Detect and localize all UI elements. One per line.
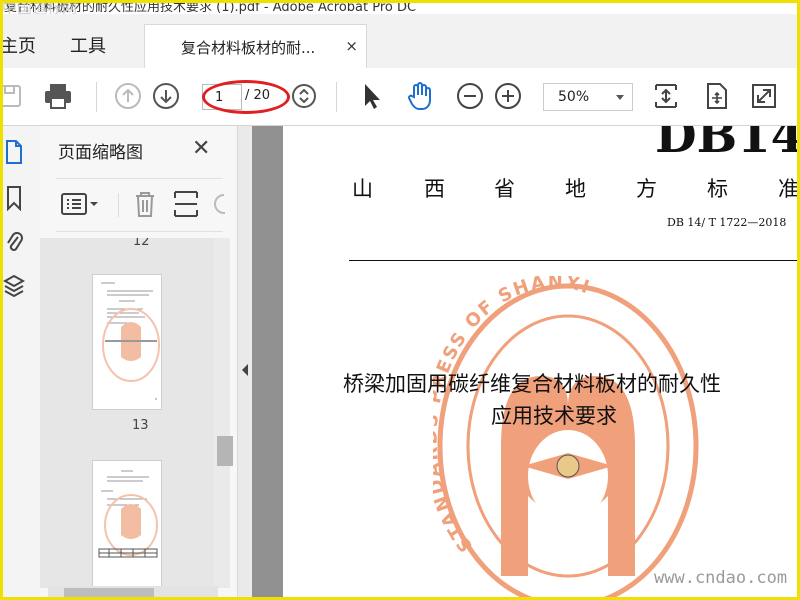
- thumbnail-options-icon[interactable]: [60, 191, 100, 217]
- navigation-rail: [0, 126, 41, 600]
- tab-bar: 主页 工具 复合材料板材的耐... ×: [0, 14, 800, 69]
- thumbnail-page-number: 12: [133, 238, 150, 249]
- province-char: 方: [636, 177, 657, 201]
- insert-page-icon[interactable]: [172, 189, 200, 219]
- hand-tool-icon[interactable]: [404, 80, 436, 112]
- toolbar-separator: [336, 82, 337, 112]
- thumbnail-page-14[interactable]: [92, 460, 162, 588]
- collapse-pane-icon[interactable]: [238, 360, 252, 380]
- thumbnails-horizontal-scrollbar[interactable]: [48, 586, 218, 600]
- thumbnails-vertical-scrollbar[interactable]: [214, 238, 233, 588]
- province-char: 地: [565, 177, 586, 201]
- header-code: DB14: [655, 126, 800, 164]
- rotate-page-icon[interactable]: [211, 191, 225, 217]
- bookmark-icon[interactable]: [2, 184, 26, 212]
- tab-document[interactable]: 复合材料板材的耐... ×: [144, 24, 367, 69]
- window-title-bar: 中国道标网 复合材料板材的耐久性应用技术要求 (1).pdf - Adobe A…: [0, 0, 800, 14]
- zoom-in-icon[interactable]: [492, 80, 524, 112]
- tab-home[interactable]: 主页: [0, 32, 36, 58]
- watermark-top: 中国道标网: [2, 0, 78, 14]
- pdf-page: DB14 山 西 省 地 方 标 准 DB 14/ T 1722—2018 ST…: [283, 126, 800, 600]
- page-thumbnails-pane: 页面缩略图 ✕ 12 13: [40, 126, 237, 600]
- zoom-value: 50%: [558, 89, 590, 105]
- document-tab-label: 复合材料板材的耐...: [181, 39, 316, 57]
- thumbnail-page-number: 13: [132, 418, 149, 433]
- delete-page-icon[interactable]: [132, 189, 158, 219]
- zoom-select[interactable]: 50%: [543, 83, 633, 111]
- attachment-icon[interactable]: [2, 228, 26, 256]
- pane-splitter[interactable]: [237, 126, 252, 600]
- pane-title: 页面缩略图: [58, 143, 143, 163]
- document-title-line1: 桥梁加固用碳纤维复合材料板材的耐久性: [343, 372, 721, 396]
- zoom-out-icon[interactable]: [454, 80, 486, 112]
- pane-close-button[interactable]: ✕: [192, 136, 210, 161]
- save-icon[interactable]: [0, 80, 26, 112]
- province-char: 准: [778, 177, 799, 201]
- watermark-bottom: www.cndao.com: [654, 568, 788, 588]
- toolbar-separator: [96, 82, 97, 112]
- tab-tools[interactable]: 工具: [70, 32, 106, 58]
- header-rule: [349, 260, 800, 261]
- standard-number: DB 14/ T 1722—2018: [667, 216, 787, 229]
- chevron-down-icon: [616, 95, 624, 100]
- print-icon[interactable]: [42, 80, 74, 112]
- publisher-seal: STANDARDS PRESS OF SHANXI: [433, 276, 699, 600]
- full-screen-icon[interactable]: [748, 80, 780, 112]
- document-title-line2: 应用技术要求: [491, 404, 617, 428]
- pane-toolbar: [56, 178, 225, 232]
- thumbnails-list: 12 13: [40, 238, 230, 588]
- next-page-icon[interactable]: [150, 80, 182, 112]
- page-navigation-icon[interactable]: [288, 80, 320, 112]
- province-char: 山: [352, 177, 373, 201]
- scrollbar-thumb[interactable]: [64, 588, 154, 598]
- fit-page-icon[interactable]: [650, 80, 682, 112]
- rotate-view-icon[interactable]: [700, 80, 732, 112]
- toolbar: 1 / 20 50%: [0, 68, 800, 126]
- province-char: 标: [707, 177, 728, 201]
- select-cursor-icon[interactable]: [356, 80, 388, 112]
- pane-separator: [118, 193, 119, 217]
- province-char: 西: [424, 177, 445, 201]
- page-thumbnails-icon[interactable]: [2, 138, 26, 166]
- previous-page-icon[interactable]: [112, 80, 144, 112]
- thumbnail-page-13[interactable]: [92, 274, 162, 410]
- annotation-ellipse: [202, 80, 290, 114]
- layers-icon[interactable]: [2, 272, 26, 300]
- close-tab-button[interactable]: ×: [345, 37, 358, 55]
- scrollbar-thumb[interactable]: [217, 436, 233, 466]
- province-char: 省: [494, 177, 515, 201]
